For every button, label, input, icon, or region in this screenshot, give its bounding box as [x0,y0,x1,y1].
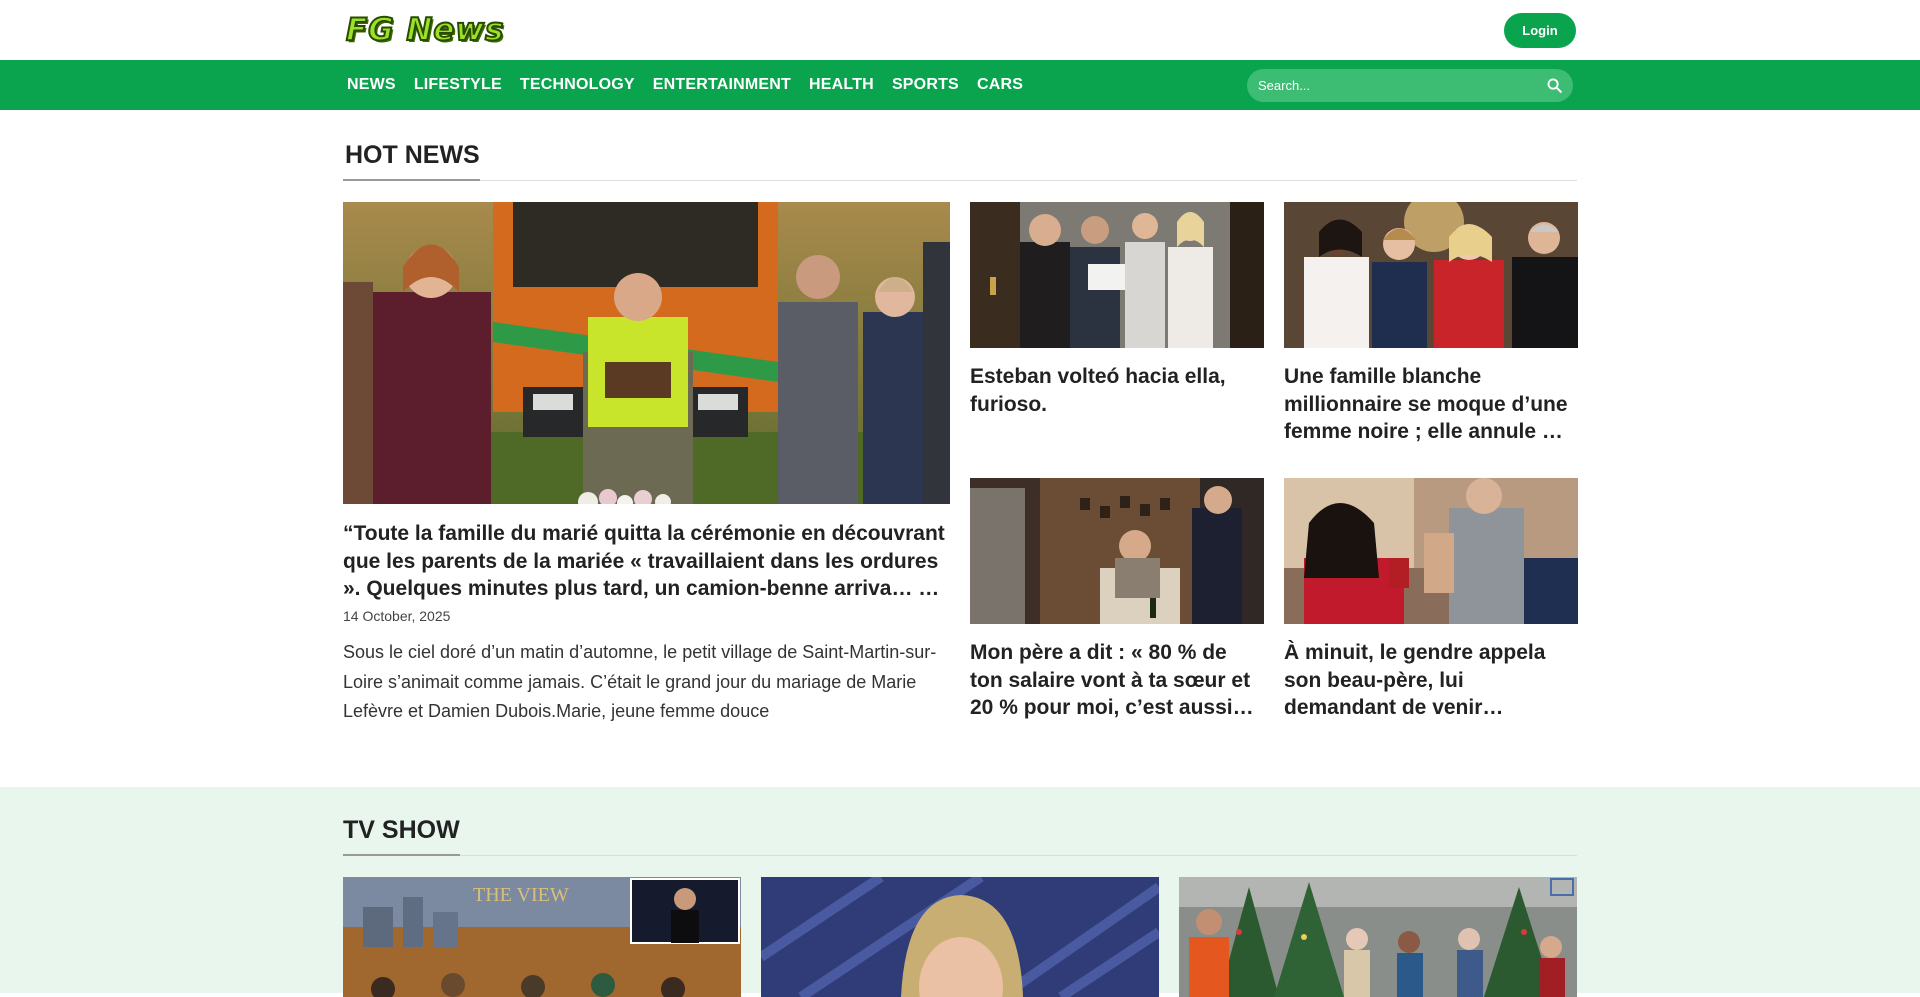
side-story-2[interactable]: Une famille blanche millionnaire se moqu… [1284,202,1578,450]
tv-show-heading: TV SHOW [343,816,460,856]
side-story-1-title[interactable]: Esteban volteó hacia ella, furioso. [970,363,1264,445]
side-stories: Esteban volteó hacia ella, furioso. Une … [970,202,1578,727]
main-nav: NEWS LIFESTYLE TECHNOLOGY ENTERTAINMENT … [0,60,1920,110]
hot-news-section: HOT NEWS “Toute la famille du marié quit… [343,110,1578,727]
tv-card-2[interactable] [761,877,1159,997]
side-story-2-title[interactable]: Une famille blanche millionnaire se moqu… [1284,363,1578,445]
nav-links: NEWS LIFESTYLE TECHNOLOGY ENTERTAINMENT … [344,76,1041,94]
nav-item-news[interactable]: NEWS [347,76,396,94]
hot-news-heading: HOT NEWS [343,141,480,181]
side-story-2-image[interactable] [1284,202,1578,348]
tv-card-1[interactable]: THE VIEW [343,877,741,997]
side-story-3-title[interactable]: Mon père a dit : « 80 % de ton salaire v… [970,639,1264,721]
tv-card-3[interactable] [1179,877,1577,997]
nav-item-technology[interactable]: TECHNOLOGY [520,76,635,94]
nav-item-health[interactable]: HEALTH [809,76,874,94]
top-header: FG News Login [0,0,1920,60]
side-story-3-image[interactable] [970,478,1264,625]
side-story-1-image[interactable] [970,202,1264,348]
side-story-4-title[interactable]: À minuit, le gendre appela son beau-père… [1284,639,1578,721]
main-story-excerpt: Sous le ciel doré d’un matin d’automne, … [343,642,937,721]
nav-item-cars[interactable]: CARS [977,76,1023,94]
nav-item-sports[interactable]: SPORTS [892,76,959,94]
side-story-4[interactable]: À minuit, le gendre appela son beau-père… [1284,478,1578,726]
side-story-4-image[interactable] [1284,478,1578,625]
side-story-1[interactable]: Esteban volteó hacia ella, furioso. [970,202,1264,450]
tv-card-1-logo: THE VIEW [473,884,569,906]
login-button[interactable]: Login [1504,12,1576,48]
search-input[interactable] [1247,68,1573,102]
main-story-image[interactable] [343,202,950,504]
main-story[interactable]: “Toute la famille du marié quitta la cér… [343,202,950,727]
nav-item-entertainment[interactable]: ENTERTAINMENT [653,76,791,94]
site-logo[interactable]: FG News [345,11,504,49]
main-story-date: 14 October, 2025 [343,608,451,624]
search-box [1247,68,1573,102]
main-story-title[interactable]: “Toute la famille du marié quitta la cér… [343,520,950,602]
nav-item-lifestyle[interactable]: LIFESTYLE [414,76,502,94]
tv-show-header: TV SHOW [343,816,1577,856]
search-icon[interactable] [1546,77,1563,94]
side-story-3[interactable]: Mon père a dit : « 80 % de ton salaire v… [970,478,1264,726]
tv-show-section: TV SHOW THE VIEW [0,787,1920,997]
hot-news-header: HOT NEWS [343,141,1577,181]
